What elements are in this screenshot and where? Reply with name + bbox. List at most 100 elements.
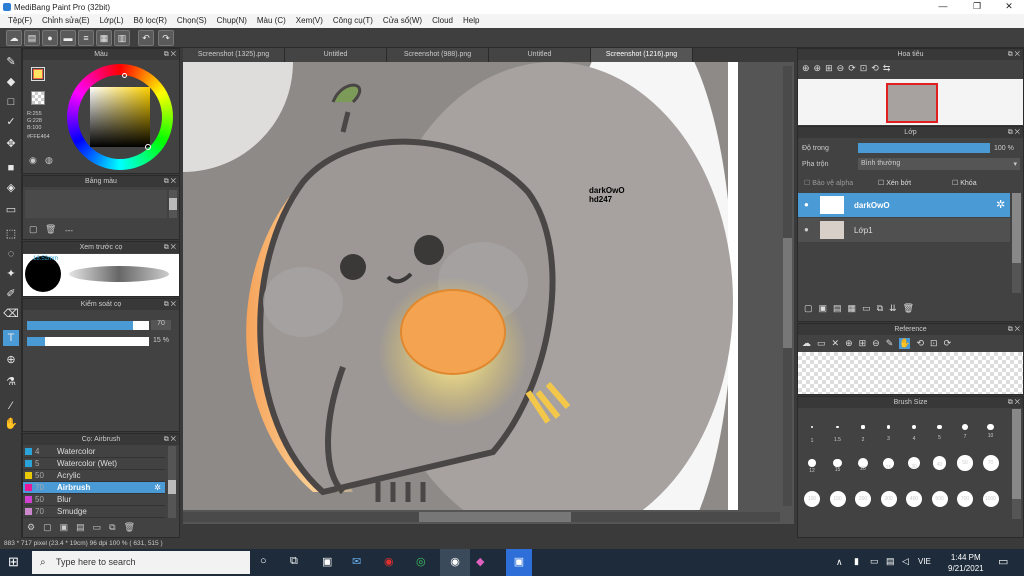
add-layer-menu-icon[interactable]: ▦ (848, 303, 857, 314)
menu-file[interactable]: Tệp(F) (3, 14, 37, 28)
zoom-in-alt-icon[interactable]: ⊕ (814, 63, 822, 74)
menu-help[interactable]: Help (458, 14, 484, 28)
brush-size-option[interactable]: 1.5 (826, 413, 850, 447)
tab-screenshot-988[interactable]: Screenshot (988).png (387, 48, 489, 62)
duplicate-icon[interactable]: ⧉ (109, 522, 115, 533)
brush-item[interactable]: 5 Watercolor (Wet) (23, 458, 165, 470)
brush-item[interactable]: 50 Blur (23, 494, 165, 506)
brush-menu-icon[interactable]: ▣ (60, 522, 69, 533)
rotate-right-icon[interactable]: ⟳ (944, 338, 952, 349)
brush-size-option[interactable]: 4 (902, 413, 926, 447)
operation-tool-icon[interactable]: ⊕ (3, 352, 19, 368)
menu-cloud[interactable]: Cloud (427, 14, 458, 28)
panel-controls-icon[interactable]: ⧉ ✕ (164, 242, 176, 253)
close-button[interactable]: ✕ (994, 1, 1024, 13)
hue-wheel[interactable] (67, 64, 173, 170)
actual-size-icon[interactable]: ⊡ (930, 338, 938, 349)
tray-chevron-icon[interactable]: ∧ (836, 557, 843, 568)
brush-size-option[interactable]: 400 (902, 485, 926, 519)
mail-icon[interactable]: ✉ (352, 555, 361, 568)
text-doc-icon[interactable]: ≡ (78, 30, 94, 46)
clipping-checkbox[interactable]: ☐ Xén bớt (878, 179, 911, 187)
brush-settings-icon[interactable]: ⚙ (27, 522, 35, 533)
language-indicator[interactable]: VIE (918, 557, 931, 566)
maximize-button[interactable]: ❐ (962, 1, 992, 13)
brush-size-option[interactable]: 700 (953, 485, 977, 519)
brush-size-value[interactable]: 70 (151, 320, 171, 330)
taskbar-search-box[interactable]: ⌕ Type here to search (32, 551, 250, 574)
brush-size-option[interactable]: 5 (928, 413, 952, 447)
brush-size-option[interactable]: 1 (800, 413, 824, 447)
color-picker-handle[interactable] (145, 144, 151, 150)
eyedropper-tool-icon[interactable]: ⚗ (3, 374, 19, 390)
actual-size-icon[interactable]: ⊡ (860, 63, 868, 74)
select-rect-icon[interactable]: ⬚ (3, 226, 19, 242)
new-file-icon[interactable]: ▤ (24, 30, 40, 46)
menu-view[interactable]: Xem(V) (291, 14, 328, 28)
canvas-area[interactable]: darkOwO hd247 (183, 62, 794, 524)
brush-size-option[interactable]: 300 (877, 485, 901, 519)
panel-controls-icon[interactable]: ⧉ ✕ (164, 299, 176, 310)
hand-icon[interactable]: ✋ (899, 338, 911, 349)
brush-size-option[interactable]: 10 (979, 413, 1003, 447)
menu-edit[interactable]: Chỉnh sửa(E) (37, 14, 95, 28)
menu-window[interactable]: Cửa sổ(W) (378, 14, 427, 28)
foreground-color-swatch[interactable] (31, 67, 45, 81)
flip-icon[interactable]: ⇆ (883, 63, 891, 74)
brush-size-option[interactable]: 1000 (979, 485, 1003, 519)
layer-row-darkowo[interactable]: ● darkOwO ✲ (798, 193, 1010, 217)
zoom-out-icon[interactable]: ⊖ (872, 338, 880, 349)
select-eraser-icon[interactable]: ⌫ (3, 306, 19, 322)
eyedrop-mode-icon[interactable]: ◍ (45, 155, 53, 166)
menu-snap[interactable]: Chụp(N) (212, 14, 252, 28)
menu-color[interactable]: Màu (C) (252, 14, 291, 28)
cloud-upload-icon[interactable]: ☁ (802, 338, 811, 349)
lock-checkbox[interactable]: ☐ Khóa (952, 179, 977, 187)
add-palette-icon[interactable]: ▢ (29, 224, 38, 235)
add-brush-icon[interactable]: ▢ (43, 522, 52, 533)
brush-size-option[interactable]: 25 (877, 449, 901, 483)
brush-size-option[interactable]: 30 (902, 449, 926, 483)
menu-layer[interactable]: Lớp(L) (95, 14, 129, 28)
new-layer-icon[interactable]: ▢ (804, 303, 813, 314)
hue-picker-handle[interactable] (122, 73, 127, 78)
panel-controls-icon[interactable]: ⧉ ✕ (164, 176, 176, 187)
layer-opacity-slider[interactable] (858, 143, 990, 153)
menu-filter[interactable]: Bộ lọc(R) (129, 14, 172, 28)
saturation-value-square[interactable] (90, 87, 150, 147)
brush-item[interactable]: 70 Smudge (23, 506, 165, 518)
brush-size-option[interactable]: 200 (851, 485, 875, 519)
reference-view[interactable] (798, 352, 1023, 394)
brush-item[interactable]: 50 Acrylic (23, 470, 165, 482)
visibility-icon[interactable]: ● (804, 225, 809, 234)
color-mode-icon[interactable]: ◉ (29, 155, 37, 166)
bucket-tool-icon[interactable]: ◈ (3, 180, 19, 196)
panel-controls-icon[interactable]: ⧉ ✕ (164, 49, 176, 60)
background-color-swatch[interactable] (31, 91, 45, 105)
medibang-icon[interactable]: ◆ (476, 555, 484, 568)
menu-select[interactable]: Chọn(S) (172, 14, 212, 28)
brush-opacity-slider[interactable] (27, 337, 149, 346)
store-icon[interactable]: ▣ (322, 555, 332, 568)
brush-item[interactable]: 4 Watercolor (23, 446, 165, 458)
gear-icon[interactable]: ✲ (996, 198, 1005, 211)
zoom-in-icon[interactable]: ⊕ (802, 63, 810, 74)
cloud-icon[interactable]: ☁ (6, 30, 22, 46)
brush-tool-icon[interactable]: ✎ (3, 54, 19, 70)
gradient-tool-icon[interactable]: ▭ (3, 202, 19, 218)
microphone-icon[interactable]: ▮ (854, 556, 859, 567)
panel-controls-icon[interactable]: ⧉ ✕ (1008, 127, 1020, 138)
browser-icon[interactable]: ◎ (416, 555, 426, 568)
speech-bubble-icon[interactable]: ● (42, 30, 58, 46)
minimize-button[interactable]: — (928, 1, 958, 13)
fit-icon[interactable]: ⊞ (859, 338, 867, 349)
comment-icon[interactable]: ▬ (60, 30, 76, 46)
notifications-icon[interactable]: ▭ (998, 555, 1008, 568)
tab-untitled-1[interactable]: Untitled (285, 48, 387, 62)
new-8bit-layer-icon[interactable]: ▤ (833, 303, 842, 314)
grid-doc-icon[interactable]: ▦ (96, 30, 112, 46)
lasso-tool-icon[interactable]: ◌ (3, 246, 19, 262)
panel-layout-icon[interactable]: ▥ (114, 30, 130, 46)
layer-opacity-value[interactable]: 100 % (994, 145, 1014, 152)
brush-size-option[interactable]: 100 (800, 485, 824, 519)
